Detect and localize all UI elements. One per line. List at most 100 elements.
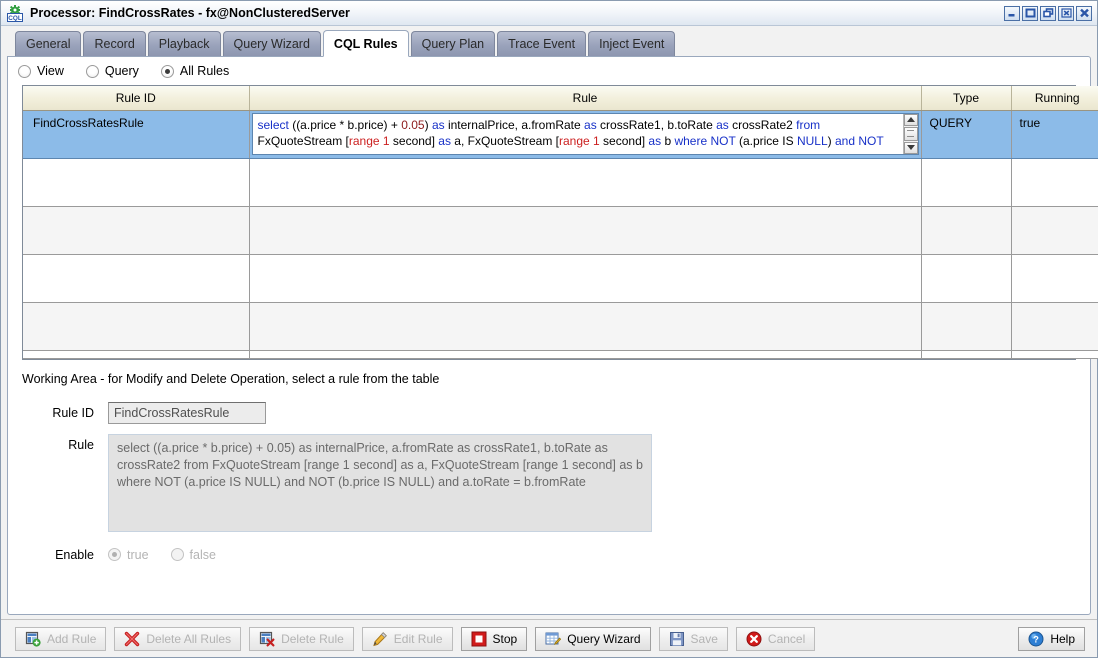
tab-query-plan[interactable]: Query Plan xyxy=(410,31,496,56)
tab-label: Playback xyxy=(158,37,210,51)
action-button-bar: Add Rule Delete All Rules Delete Rule Ed… xyxy=(1,619,1097,657)
cell-type xyxy=(921,158,1012,207)
table-row[interactable] xyxy=(23,254,1098,303)
window-title: Processor: FindCrossRates - fx@NonCluste… xyxy=(30,6,350,20)
stop-icon xyxy=(471,631,487,647)
close-all-button[interactable] xyxy=(1076,5,1092,21)
cell-rule xyxy=(249,158,922,207)
rule-id-input[interactable]: FindCrossRatesRule xyxy=(108,401,266,424)
scroll-thumb[interactable] xyxy=(903,126,918,141)
stop-label: Stop xyxy=(492,631,518,646)
save-button[interactable]: Save xyxy=(658,626,728,651)
radio-all-rules[interactable]: All Rules xyxy=(160,64,230,78)
radio-all-rules-label: All Rules xyxy=(179,64,230,78)
processor-window: CQL Processor: FindCrossRates - fx@NonCl… xyxy=(0,0,1098,658)
cell-type: QUERY xyxy=(921,110,1012,159)
radio-enable-true[interactable]: true xyxy=(108,548,149,562)
radio-enable-false[interactable]: false xyxy=(170,547,216,562)
cell-rule-id xyxy=(23,302,250,351)
rule-filter-group: View Query All Rules xyxy=(8,57,1090,85)
cell-rule[interactable]: select ((a.price * b.price) + 0.05) as i… xyxy=(249,110,922,159)
scroll-up-button[interactable] xyxy=(903,113,918,126)
tab-record[interactable]: Record xyxy=(83,31,146,56)
rule-textarea[interactable]: select ((a.price * b.price) + 0.05) as i… xyxy=(108,433,652,532)
close-button[interactable] xyxy=(1058,5,1074,21)
add-rule-label: Add Rule xyxy=(47,631,97,646)
tab-general[interactable]: General xyxy=(15,31,82,56)
maximize-button[interactable] xyxy=(1022,5,1038,21)
minimize-button[interactable] xyxy=(1004,5,1020,21)
stop-button[interactable]: Stop xyxy=(460,626,528,651)
scroll-down-button[interactable] xyxy=(903,141,918,154)
cell-running xyxy=(1011,350,1098,359)
delete-rule-icon xyxy=(259,631,275,647)
enable-field-row: Enable true false xyxy=(22,548,1076,562)
table-row[interactable] xyxy=(23,158,1098,207)
tab-trace-event[interactable]: Trace Event xyxy=(497,31,587,56)
column-header-type[interactable]: Type xyxy=(921,86,1012,111)
delete-rule-label: Delete Rule xyxy=(281,631,344,646)
restore-button[interactable] xyxy=(1040,5,1056,21)
delete-rule-button[interactable]: Delete Rule xyxy=(249,626,354,651)
cell-rule xyxy=(249,302,922,351)
tab-label: Inject Event xyxy=(599,37,665,51)
radio-query[interactable]: Query xyxy=(85,64,139,78)
column-header-rule-id[interactable]: Rule ID xyxy=(23,86,250,111)
tab-label: Query Wizard xyxy=(233,37,310,51)
rule-code-text: select ((a.price * b.price) + 0.05) as i… xyxy=(257,117,884,148)
help-icon: ? xyxy=(1028,631,1044,647)
delete-all-rules-label: Delete All Rules xyxy=(146,631,232,646)
query-wizard-button[interactable]: Query Wizard xyxy=(535,626,651,651)
add-rule-icon xyxy=(25,631,41,647)
save-icon xyxy=(669,631,685,647)
cell-running xyxy=(1011,158,1098,207)
rule-inline-editor[interactable]: select ((a.price * b.price) + 0.05) as i… xyxy=(251,112,919,155)
radio-enable-false-label: false xyxy=(189,547,216,562)
radio-view[interactable]: View xyxy=(18,64,64,78)
title-bar: CQL Processor: FindCrossRates - fx@NonCl… xyxy=(1,1,1097,26)
tab-playback[interactable]: Playback xyxy=(147,31,221,56)
table-row[interactable] xyxy=(23,350,1098,359)
cell-rule-id xyxy=(23,254,250,303)
svg-text:CQL: CQL xyxy=(8,15,22,22)
cancel-icon xyxy=(746,631,762,647)
query-wizard-label: Query Wizard xyxy=(567,631,641,646)
cell-rule-id xyxy=(23,206,250,255)
cell-running xyxy=(1011,254,1098,303)
rule-cell-scrollbar[interactable] xyxy=(902,113,918,154)
cell-rule-id: FindCrossRatesRule xyxy=(23,110,250,159)
table-row[interactable] xyxy=(23,206,1098,255)
cell-rule-id xyxy=(23,350,250,359)
radio-enable-true-label: true xyxy=(127,547,149,562)
tab-label: General xyxy=(26,37,71,51)
column-header-rule[interactable]: Rule xyxy=(249,86,922,111)
help-label: Help xyxy=(1050,631,1075,646)
cql-app-icon: CQL xyxy=(6,4,24,22)
help-button[interactable]: ? Help xyxy=(1018,626,1085,651)
tab-inject-event[interactable]: Inject Event xyxy=(588,31,676,56)
radio-enable-true-indicator xyxy=(108,548,121,561)
cancel-button[interactable]: Cancel xyxy=(735,626,816,651)
table-row[interactable] xyxy=(23,302,1098,351)
column-header-running[interactable]: Running xyxy=(1011,86,1098,111)
table-row[interactable]: FindCrossRatesRule select ((a.price * b.… xyxy=(23,110,1098,159)
tab-query-wizard[interactable]: Query Wizard xyxy=(222,31,321,56)
edit-rule-button[interactable]: Edit Rule xyxy=(361,626,453,651)
table-header-row: Rule ID Rule Type Running xyxy=(23,86,1098,111)
working-area-title: Working Area - for Modify and Delete Ope… xyxy=(22,371,440,386)
cell-running xyxy=(1011,206,1098,255)
cell-running xyxy=(1011,302,1098,351)
cell-rule xyxy=(249,254,922,303)
window-controls xyxy=(1004,5,1094,21)
radio-enable-false-indicator xyxy=(170,548,184,561)
cell-type xyxy=(921,350,1012,359)
add-rule-button[interactable]: Add Rule xyxy=(15,626,107,651)
svg-text:?: ? xyxy=(1033,634,1039,645)
rule-id-label: Rule ID xyxy=(52,405,94,420)
edit-pencil-icon xyxy=(372,631,388,647)
cell-rule xyxy=(249,350,922,359)
delete-all-rules-button[interactable]: Delete All Rules xyxy=(114,626,242,651)
save-label: Save xyxy=(690,631,718,646)
rule-label: Rule xyxy=(68,437,94,452)
tab-cql-rules[interactable]: CQL Rules xyxy=(322,30,409,57)
